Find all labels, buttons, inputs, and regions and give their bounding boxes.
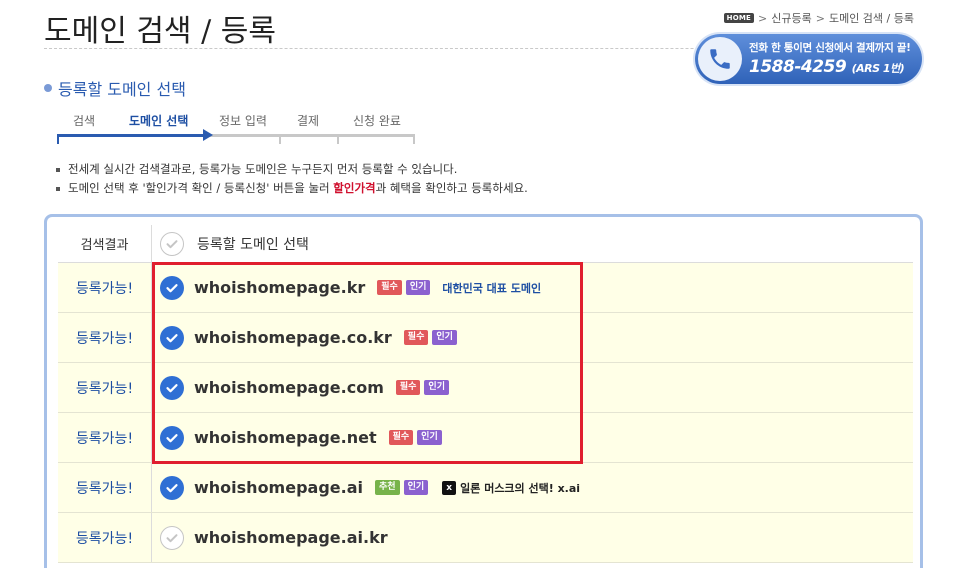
breadcrumb-separator: >	[758, 11, 768, 25]
row-domain[interactable]: whoishomepage.kr 필수 인기 대한민국 대표 도메인	[152, 263, 913, 312]
promo-text: 일론 머스크의 선택! x.ai	[460, 481, 581, 495]
row-status: 등록가능!	[58, 313, 152, 362]
table-row: 등록가능! whoishomepage.com 필수 인기	[58, 363, 913, 413]
row-domain[interactable]: whoishomepage.com 필수 인기	[152, 363, 913, 412]
phone-icon	[698, 37, 742, 81]
badge-group: 필수 인기	[395, 380, 449, 395]
domain-description: 대한민국 대표 도메인	[442, 281, 542, 295]
step-select-domain: 도메인 선택	[129, 114, 189, 128]
badge-popular: 인기	[405, 280, 431, 295]
step-tick	[337, 134, 339, 144]
row-status: 등록가능!	[58, 363, 152, 412]
badge-required: 필수	[377, 280, 402, 295]
table-header: 검색결과 등록할 도메인 선택	[58, 225, 913, 263]
notice-line: 도메인 선택 후 '할인가격 확인 / 등록신청' 버튼을 눌러 할인가격과 혜…	[56, 179, 528, 198]
checked-icon[interactable]	[160, 475, 184, 500]
table-row: 등록가능! whoishomepage.kr 필수 인기 대한민국 대표 도메인	[58, 263, 913, 313]
domain-name[interactable]: whoishomepage.ai	[194, 478, 363, 497]
phone-number-value: 1588-4259	[749, 57, 847, 77]
badge-required: 필수	[403, 330, 429, 345]
badge-recommended: 추천	[375, 480, 400, 495]
select-all-check-icon[interactable]	[160, 231, 184, 256]
notice-highlight: 할인가격	[333, 181, 376, 195]
breadcrumb-separator: >	[815, 11, 825, 25]
row-status: 등록가능!	[58, 413, 152, 462]
notice-text: 전세계 실시간 검색결과로, 등록가능 도메인은 누구든지 먼저 등록할 수 있…	[68, 162, 458, 176]
domain-name[interactable]: whoishomepage.ai.kr	[194, 528, 388, 547]
domain-name[interactable]: whoishomepage.co.kr	[194, 328, 392, 347]
phone-number: 1588-4259 (ARS 1번)	[749, 57, 911, 77]
notice: 전세계 실시간 검색결과로, 등록가능 도메인은 누구든지 먼저 등록할 수 있…	[56, 160, 528, 198]
domain-name[interactable]: whoishomepage.net	[194, 428, 377, 447]
bullet-dot-icon	[44, 84, 52, 92]
table-row: 등록가능! whoishomepage.ai.kr	[58, 513, 913, 563]
badge-group: 필수 인기	[377, 280, 431, 295]
notice-text: 도메인 선택 후 '할인가격 확인 / 등록신청' 버튼을 눌러 할인가격과 혜…	[68, 179, 528, 198]
results-table: 검색결과 등록할 도메인 선택 등록가능! whoishomepage.kr 필…	[58, 225, 913, 563]
notice-text-post: 과 혜택을 확인하고 등록하세요.	[375, 181, 528, 195]
badge-required: 필수	[388, 430, 414, 445]
step-info: 정보 입력	[219, 114, 267, 128]
row-domain[interactable]: whoishomepage.net 필수 인기	[152, 413, 913, 462]
step-tick	[279, 134, 281, 144]
step-complete: 신청 완료	[353, 114, 401, 128]
table-row: 등록가능! whoishomepage.ai 추천 인기 x 일론 머스크의 선…	[58, 463, 913, 513]
table-row: 등록가능! whoishomepage.net 필수 인기	[58, 413, 913, 463]
step-payment: 결제	[297, 114, 320, 128]
badge-required: 필수	[395, 380, 421, 395]
checked-icon[interactable]	[160, 275, 184, 300]
checked-icon[interactable]	[160, 425, 184, 450]
header-status: 검색결과	[58, 225, 152, 262]
section-title-text: 등록할 도메인 선택	[58, 80, 186, 99]
step-search: 검색	[73, 114, 96, 128]
bullet-icon	[56, 167, 60, 172]
bullet-icon	[56, 186, 60, 191]
step-arrow-icon	[203, 129, 213, 141]
breadcrumb: HOME > 신규등록 > 도메인 검색 / 등록	[723, 10, 914, 26]
table-row: 등록가능! whoishomepage.co.kr 필수 인기	[58, 313, 913, 363]
checked-icon[interactable]	[160, 375, 184, 400]
step-tick	[57, 134, 59, 144]
row-status: 등록가능!	[58, 263, 152, 312]
checked-icon[interactable]	[160, 325, 184, 350]
badge-popular: 인기	[424, 380, 449, 395]
row-domain[interactable]: whoishomepage.co.kr 필수 인기	[152, 313, 913, 362]
page-title: 도메인 검색 / 등록	[44, 14, 276, 49]
unchecked-icon[interactable]	[160, 525, 184, 550]
badge-popular: 인기	[403, 480, 429, 495]
row-domain[interactable]: whoishomepage.ai.kr	[152, 513, 913, 562]
step-tick	[413, 134, 415, 144]
row-status: 등록가능!	[58, 463, 152, 512]
domain-name[interactable]: whoishomepage.kr	[194, 278, 365, 297]
results-panel: 검색결과 등록할 도메인 선택 등록가능! whoishomepage.kr 필…	[44, 214, 923, 568]
breadcrumb-item: 도메인 검색 / 등록	[828, 12, 914, 25]
breadcrumb-item[interactable]: 신규등록	[771, 10, 811, 26]
progress-steps: 검색 도메인 선택 정보 입력 결제 신청 완료	[57, 112, 417, 144]
header-domain-label: 등록할 도메인 선택	[197, 236, 309, 253]
phone-banner[interactable]: 전화 한 통이면 신청에서 결제까지 끝! 1588-4259 (ARS 1번)	[695, 34, 922, 84]
badge-group: 필수 인기	[403, 330, 457, 345]
step-track-progress	[57, 134, 205, 137]
promo-xai: x 일론 머스크의 선택! x.ai	[442, 480, 580, 496]
phone-number-suffix: (ARS 1번)	[851, 62, 905, 75]
section-title: 등록할 도메인 선택	[44, 76, 186, 100]
badge-group: 추천 인기	[375, 480, 429, 495]
row-domain[interactable]: whoishomepage.ai 추천 인기 x 일론 머스크의 선택! x.a…	[152, 463, 913, 512]
home-icon[interactable]: HOME	[723, 13, 755, 23]
header-domain: 등록할 도메인 선택	[152, 225, 913, 262]
notice-line: 전세계 실시간 검색결과로, 등록가능 도메인은 누구든지 먼저 등록할 수 있…	[56, 160, 528, 179]
badge-popular: 인기	[417, 430, 442, 445]
phone-tagline: 전화 한 통이면 신청에서 결제까지 끝!	[749, 42, 911, 54]
row-status: 등록가능!	[58, 513, 152, 562]
notice-text-pre: 도메인 선택 후 '할인가격 확인 / 등록신청' 버튼을 눌러	[68, 181, 334, 195]
domain-name[interactable]: whoishomepage.com	[194, 378, 384, 397]
xai-logo-icon: x	[442, 480, 457, 495]
badge-popular: 인기	[432, 330, 457, 345]
badge-group: 필수 인기	[388, 430, 442, 445]
